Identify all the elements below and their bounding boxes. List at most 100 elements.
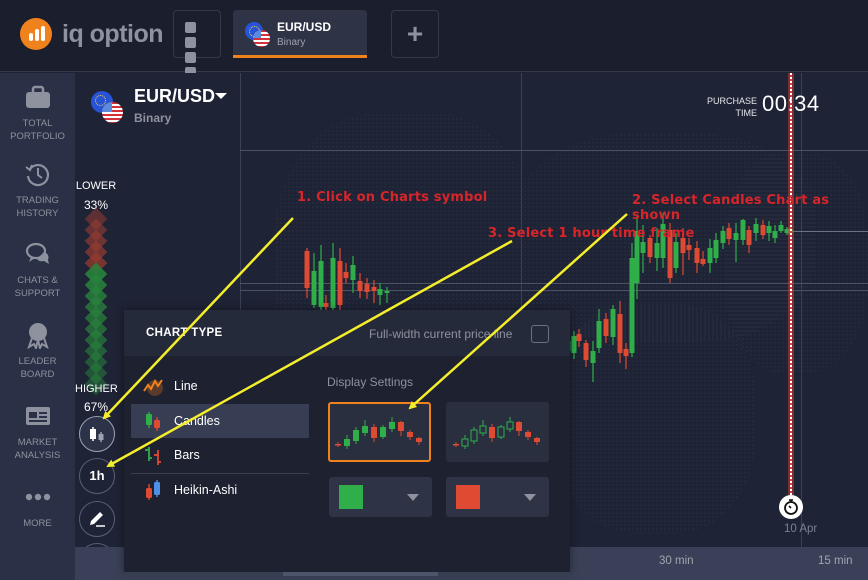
history-icon [24,163,49,187]
down-color-swatch [456,485,480,509]
chart-candle [590,341,596,382]
chart-candle [694,241,700,273]
sidebar-item-leader-board[interactable]: LEADER BOARD [0,321,75,381]
chart-candle [746,226,752,253]
preview-candle [489,424,495,442]
line-chart-icon [143,378,163,396]
newspaper-icon [25,407,50,425]
preview-candle [516,421,522,436]
add-tab-button[interactable]: + [391,10,439,58]
sidebar-item-trading-history[interactable]: TRADING HISTORY [0,160,75,220]
eur-usd-flag-icon [91,91,125,125]
purchase-time-value: 00:34 [762,91,820,116]
sidebar-label: CHATS & [17,275,58,286]
chart-candle [720,226,726,249]
scrollbar-thumb[interactable] [283,572,438,576]
sidebar-label: LEADER [18,356,57,367]
higher-percentage: 67% [83,400,109,414]
time-axis-label: 30 min [659,555,694,567]
heikin-ashi-icon [146,480,160,500]
grid-layout-button[interactable] [173,10,221,78]
chart-candle [629,243,635,357]
chart-candle [623,343,629,369]
timeframe-button[interactable]: 1h [79,458,115,494]
preview-candle [371,424,377,442]
style-filled-candles[interactable] [328,402,431,462]
chart-type-bars[interactable]: Bars [131,438,309,472]
medal-icon [26,323,49,349]
chart-type-label: Bars [174,448,200,462]
sidebar-item-total-portfolio[interactable]: TOTAL PORTFOLIO [0,83,75,143]
chat-icon [25,242,49,264]
logo[interactable]: iq option [20,18,164,50]
chart-candle [766,221,772,241]
preview-candle [335,442,341,447]
preview-candle [380,425,386,439]
expiry-line [790,73,792,498]
candles-icon [90,427,104,442]
caret-down-icon[interactable] [215,93,227,99]
sidebar-item-chats-support[interactable]: CHATS & SUPPORT [0,240,75,300]
sidebar-label: HISTORY [16,208,59,219]
preview-candle [479,420,487,436]
asset-name[interactable]: EUR/USD [134,86,215,107]
chart-candle [726,223,732,245]
preview-candle [470,427,478,444]
up-color-swatch [339,485,363,509]
drawing-tools-button[interactable] [79,501,115,537]
sidebar-item-more[interactable]: MORE [0,483,75,530]
asset-tab-type: Binary [277,37,306,48]
chart-type-panel: CHART TYPE Full-width current price line… [124,310,570,572]
full-width-price-line-checkbox[interactable] [531,325,549,343]
down-color-picker[interactable] [446,477,549,517]
sidebar-label: TOTAL [22,118,53,129]
chart-candle [603,313,609,343]
sidebar-label: MORE [23,518,52,529]
sidebar-item-market-analysis[interactable]: MARKET ANALYSIS [0,402,75,462]
chart-type-button[interactable] [79,416,115,452]
chart-candle [364,278,370,299]
grid-icon [185,22,196,33]
grid-icon-cell [185,37,196,48]
chart-candle [330,243,336,317]
purchase-time-label: PURCHASE TIME [689,95,757,119]
preview-candle [453,442,459,447]
display-settings-label: Display Settings [327,375,414,389]
chart-type-panel-header: CHART TYPE Full-width current price line [124,310,570,356]
chart-candle [377,283,383,305]
hollow-candles-preview [453,417,540,449]
sidebar-label: PORTFOLIO [10,131,65,142]
sidebar-label: ANALYSIS [14,450,61,461]
chart-candle [596,309,602,353]
asset-type: Binary [134,111,172,125]
asset-tab-eur-usd[interactable]: EUR/USD Binary [233,10,367,58]
stopwatch-icon[interactable] [779,495,803,519]
sidebar-label: MARKET [17,437,58,448]
full-width-price-line-label: Full-width current price line [369,327,513,341]
lower-label: LOWER [75,180,117,192]
preview-candle [407,430,413,440]
preview-candle [497,425,505,439]
preview-candle [344,435,350,449]
time-axis-label: 15 min [818,555,853,567]
chart-candle [610,305,616,345]
logo-icon [20,18,52,50]
chart-type-candles[interactable]: Candles [131,404,309,438]
style-hollow-candles[interactable] [446,402,549,462]
eur-usd-flag-icon [245,22,273,50]
chart-candle [707,239,713,273]
expiry-date-label: 10 Apr [784,523,818,535]
chart-type-label: Heikin-Ashi [174,483,238,497]
asset-tab-name: EUR/USD [277,20,332,34]
higher-label: HIGHER [75,383,118,395]
chart-type-line[interactable]: Line [131,369,309,403]
chart-type-heikin-ashi[interactable]: Heikin-Ashi [131,473,309,507]
preview-candle [506,417,514,432]
chart-candle [337,248,343,313]
candles-icon [146,412,160,431]
preview-candle [461,435,469,449]
annotation-step-2: 2. Select Candles Chart as shown [632,193,830,223]
chart-candle [350,256,356,293]
up-color-picker[interactable] [329,477,432,517]
caret-down-icon [524,494,536,501]
